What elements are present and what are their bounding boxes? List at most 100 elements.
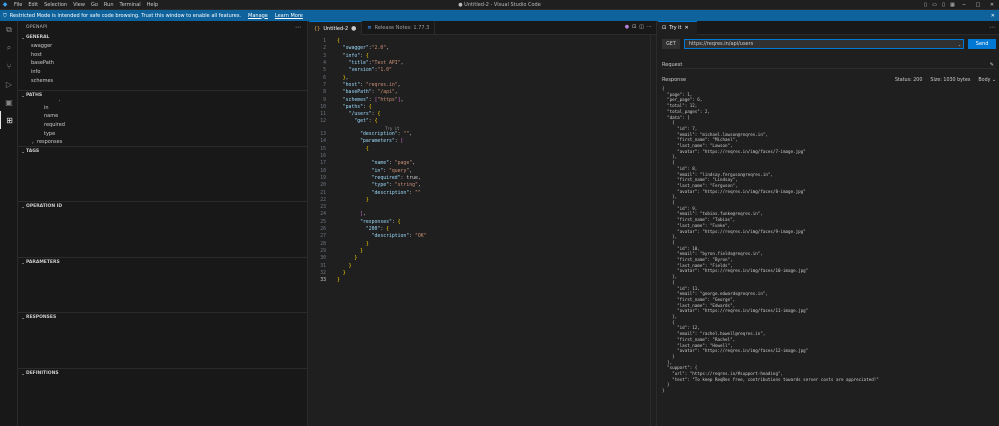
tree-item-in[interactable]: in bbox=[18, 104, 308, 113]
more-actions-icon[interactable]: ⋯ bbox=[647, 24, 652, 30]
tree-item-schemes[interactable]: schemes bbox=[18, 76, 308, 85]
section-general: ⌄ GENERAL swagger host basePath info sche… bbox=[18, 33, 308, 97]
close-window-icon[interactable]: ✕ bbox=[985, 0, 999, 10]
size-text: Size: 1030 bytes bbox=[930, 77, 971, 83]
send-button[interactable]: Send bbox=[968, 39, 996, 49]
learn-more-link[interactable]: Learn More bbox=[275, 13, 303, 19]
menu-selection[interactable]: Selection bbox=[44, 2, 67, 8]
line-text: } bbox=[360, 248, 363, 254]
tree-item-name[interactable]: name bbox=[18, 112, 308, 121]
line-text: } bbox=[342, 270, 346, 276]
activity-bar: ⧉ ⌕ ⑂ ▷ ▣ ⊞ bbox=[0, 21, 18, 426]
section-paths: ⌄PATHS description in name required type… bbox=[18, 90, 308, 146]
line-text: "schemes": ["https"], bbox=[342, 97, 404, 103]
search-icon[interactable]: ⌕ bbox=[0, 39, 18, 57]
maximize-icon[interactable]: □ bbox=[971, 0, 985, 10]
modified-dot-icon[interactable]: ● bbox=[351, 25, 356, 32]
menu-edit[interactable]: Edit bbox=[28, 2, 38, 8]
code-line: 1{ bbox=[309, 38, 657, 45]
section-tags-header[interactable]: ⌄ TAGS bbox=[18, 147, 308, 156]
section-operation-id-header[interactable]: ⌄ OPERATION ID bbox=[18, 202, 308, 211]
menu-terminal[interactable]: Terminal bbox=[120, 2, 141, 8]
menu-go[interactable]: Go bbox=[91, 2, 98, 8]
tree-item-swagger[interactable]: swagger bbox=[18, 42, 308, 51]
section-definitions-header[interactable]: ⌄ DEFINITIONS bbox=[18, 369, 308, 378]
tab-untitled-2[interactable]: {} Untitled-2 ● bbox=[309, 21, 363, 35]
close-icon[interactable]: ✕ bbox=[684, 25, 688, 31]
line-number: 20 bbox=[320, 183, 326, 189]
openapi-icon[interactable]: ⊞ bbox=[0, 111, 18, 129]
toggle-panel-icon[interactable]: ▭ bbox=[930, 0, 939, 10]
line-number: 15 bbox=[320, 146, 326, 152]
response-line: "avatar": "https://reqres.in/img/faces/1… bbox=[662, 268, 809, 274]
files-icon[interactable]: ⧉ bbox=[0, 21, 18, 39]
vscode-logo-icon: ◆ bbox=[2, 1, 8, 8]
editor-tabs: {} Untitled-2 ● ≣ Release Notes: 1.77.3 … bbox=[309, 21, 656, 35]
line-number: 26 bbox=[320, 227, 326, 233]
line-text: { bbox=[365, 146, 369, 152]
code-editor[interactable]: 1{2 "swagger":"2.0", 3 "info": {4 "title"… bbox=[309, 35, 657, 426]
code-line: 2 "swagger":"2.0", bbox=[309, 45, 657, 52]
manage-link[interactable]: Manage bbox=[248, 13, 268, 19]
menu-view[interactable]: View bbox=[73, 2, 85, 8]
openapi-preview-icon[interactable]: ● bbox=[625, 24, 629, 30]
section-responses-header[interactable]: ⌄ RESPONSES bbox=[18, 313, 308, 322]
tree-item-required[interactable]: required bbox=[18, 121, 308, 130]
extensions-icon[interactable]: ▣ bbox=[0, 93, 18, 111]
response-line: "text": "To keep ReqRes free, contributi… bbox=[662, 376, 879, 382]
toggle-primary-sidebar-icon[interactable]: ▯ bbox=[921, 0, 930, 10]
code-line: 6 }, bbox=[309, 75, 657, 82]
more-actions-icon[interactable]: ⋯ bbox=[989, 24, 995, 31]
split-editor-icon[interactable]: ◫ bbox=[639, 24, 644, 30]
title-bar: ◆ File Edit Selection View Go Run Termin… bbox=[0, 0, 999, 10]
line-number: 29 bbox=[320, 248, 326, 254]
code-line: 7 "host": "reqres.in", bbox=[309, 82, 657, 89]
body-dropdown[interactable]: Body ⌄ bbox=[978, 78, 996, 83]
code-line: 16 bbox=[309, 153, 657, 160]
line-number: 14 bbox=[320, 139, 326, 145]
code-line: 26 "200": { bbox=[309, 226, 657, 233]
section-general-header[interactable]: ⌄ GENERAL bbox=[18, 33, 308, 42]
section-paths-header[interactable]: ⌄ PATHS bbox=[18, 91, 308, 100]
line-text: } bbox=[365, 241, 369, 247]
tab-release-notes[interactable]: ≣ Release Notes: 1.77.3 bbox=[362, 21, 436, 35]
section-parameters-header[interactable]: ⌄ PARAMETERS bbox=[18, 258, 308, 267]
toggle-secondary-sidebar-icon[interactable]: ▯ bbox=[939, 0, 948, 10]
source-control-icon[interactable]: ⑂ bbox=[0, 57, 18, 75]
try-it-panel: ⊡ Try it ✕ ⋯ GET https://reqres.in/api/u… bbox=[658, 20, 999, 426]
tab-try-it[interactable]: ⊡ Try it ✕ bbox=[658, 20, 697, 35]
line-text: } bbox=[365, 197, 369, 203]
line-text: "responses": { bbox=[360, 219, 401, 225]
line-text: "description": "" bbox=[371, 190, 421, 196]
tree-item-type[interactable]: type bbox=[18, 129, 308, 138]
chevron-down-icon[interactable]: ⌄ bbox=[958, 42, 961, 47]
line-text: "swagger":"2.0", bbox=[342, 46, 390, 52]
response-line: "avatar": "https://reqres.in/img/faces/8… bbox=[662, 188, 806, 194]
tree-item-basepath[interactable]: basePath bbox=[18, 59, 308, 68]
run-debug-icon[interactable]: ▷ bbox=[0, 75, 18, 93]
tree-item-host[interactable]: host bbox=[18, 51, 308, 60]
minimize-icon[interactable]: ─ bbox=[957, 0, 971, 10]
more-actions-icon[interactable]: ⋯ bbox=[295, 24, 301, 31]
line-text: { bbox=[337, 39, 340, 45]
line-number: 10 bbox=[320, 104, 326, 110]
method-select[interactable]: GET bbox=[662, 39, 680, 49]
banner-close-icon[interactable]: ✕ bbox=[991, 13, 995, 19]
code-line: 3 "info": { bbox=[309, 53, 657, 60]
open-preview-icon[interactable]: ⊡ bbox=[632, 24, 636, 30]
tree-item-responses[interactable]: › responses bbox=[18, 138, 308, 146]
response-header: Response Status: 200 Size: 1030 bytes Bo… bbox=[662, 76, 996, 84]
edit-icon[interactable]: ✎ bbox=[990, 62, 994, 68]
menu-help[interactable]: Help bbox=[147, 2, 158, 8]
try-it-codelens[interactable]: Try it bbox=[385, 126, 399, 131]
line-text: "required": true, bbox=[371, 175, 421, 181]
menu-run[interactable]: Run bbox=[104, 2, 114, 8]
customize-layout-icon[interactable]: ▦ bbox=[948, 0, 957, 10]
line-number: 24 bbox=[320, 212, 326, 218]
banner-text: Restricted Mode is intended for safe cod… bbox=[9, 12, 242, 19]
release-notes-icon: ≣ bbox=[367, 25, 372, 31]
menu-file[interactable]: File bbox=[14, 2, 22, 8]
url-input[interactable]: https://reqres.in/api/users ⌄ bbox=[683, 39, 965, 49]
tree-item-info[interactable]: info bbox=[18, 68, 308, 77]
line-number: 11 bbox=[320, 112, 326, 118]
